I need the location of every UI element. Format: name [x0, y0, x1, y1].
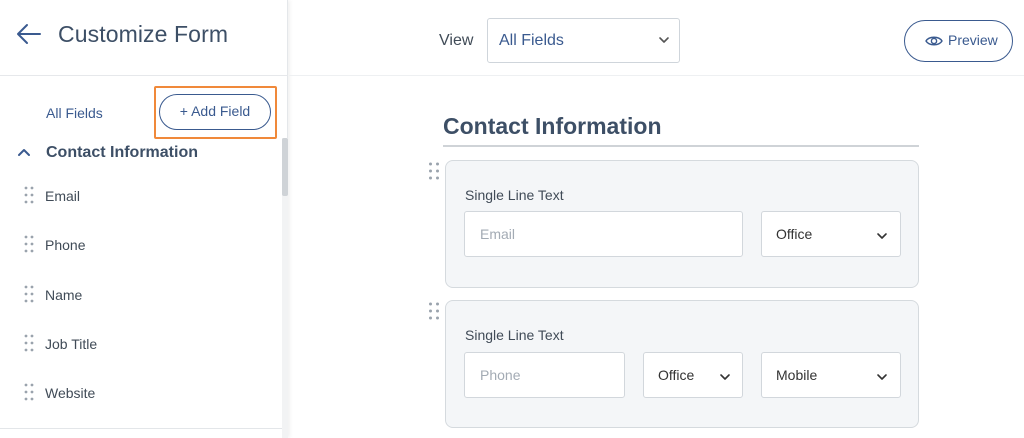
- field-card-phone[interactable]: Single Line Text Phone Office Mobile: [445, 300, 919, 428]
- section-heading-underline: [443, 145, 919, 147]
- view-select-value: All Fields: [499, 32, 564, 49]
- drag-handle-icon[interactable]: [24, 334, 34, 352]
- eye-icon: [925, 36, 943, 46]
- view-select[interactable]: All Fields: [487, 18, 680, 63]
- field-item-label: Job Title: [45, 336, 98, 352]
- drag-handle-icon[interactable]: [24, 383, 34, 401]
- field-type-label: Single Line Text: [465, 327, 564, 343]
- page-title: Customize Form: [58, 21, 229, 47]
- select-value: Mobile: [776, 367, 818, 383]
- field-card-email[interactable]: Single Line Text Email Office: [445, 160, 919, 288]
- field-item-email[interactable]: Email: [0, 183, 282, 223]
- select-value: Office: [658, 367, 695, 383]
- chevron-down-icon: [877, 374, 887, 380]
- chevron-up-icon[interactable]: [16, 145, 32, 161]
- select-value: Office: [776, 226, 813, 242]
- phone-location-select[interactable]: Office: [643, 352, 743, 398]
- section-heading: Contact Information: [443, 113, 662, 139]
- phone-type-select[interactable]: Mobile: [761, 352, 901, 398]
- email-input[interactable]: Email: [464, 211, 743, 257]
- chevron-down-icon: [877, 233, 887, 239]
- field-item-name[interactable]: Name: [0, 282, 282, 322]
- input-placeholder: Email: [480, 226, 516, 242]
- all-fields-link[interactable]: All Fields: [46, 105, 103, 121]
- view-label: View: [439, 32, 474, 49]
- field-item-label: Phone: [45, 237, 86, 253]
- phone-input[interactable]: Phone: [464, 352, 625, 398]
- topbar-divider: [289, 75, 1024, 76]
- field-item-label: Email: [45, 188, 81, 204]
- field-item-website[interactable]: Website: [0, 380, 282, 420]
- field-item-phone[interactable]: Phone: [0, 232, 282, 272]
- back-arrow-icon[interactable]: [16, 22, 42, 46]
- chevron-down-icon: [720, 374, 730, 380]
- drag-handle-icon[interactable]: [24, 285, 34, 303]
- preview-button[interactable]: Preview: [904, 20, 1013, 62]
- drag-handle-icon[interactable]: [428, 162, 440, 180]
- sidebar-header: Customize Form: [0, 0, 288, 76]
- field-item-job-title[interactable]: Job Title: [0, 331, 282, 371]
- input-placeholder: Phone: [480, 367, 521, 383]
- drag-handle-icon[interactable]: [24, 186, 34, 204]
- preview-button-label: Preview: [948, 32, 998, 48]
- add-field-button[interactable]: + Add Field: [159, 94, 271, 130]
- sidebar-scrollbar-thumb[interactable]: [282, 138, 288, 196]
- field-item-label: Website: [45, 385, 96, 401]
- divider: [0, 428, 282, 429]
- email-type-select[interactable]: Office: [761, 211, 901, 257]
- section-title-contact-information[interactable]: Contact Information: [46, 144, 198, 162]
- chevron-down-icon: [659, 37, 669, 43]
- sidebar: Customize Form All Fields + Add Field Co…: [0, 0, 288, 438]
- drag-handle-icon[interactable]: [24, 235, 34, 253]
- field-type-label: Single Line Text: [465, 187, 564, 203]
- drag-handle-icon[interactable]: [428, 302, 440, 320]
- field-item-label: Name: [45, 287, 83, 303]
